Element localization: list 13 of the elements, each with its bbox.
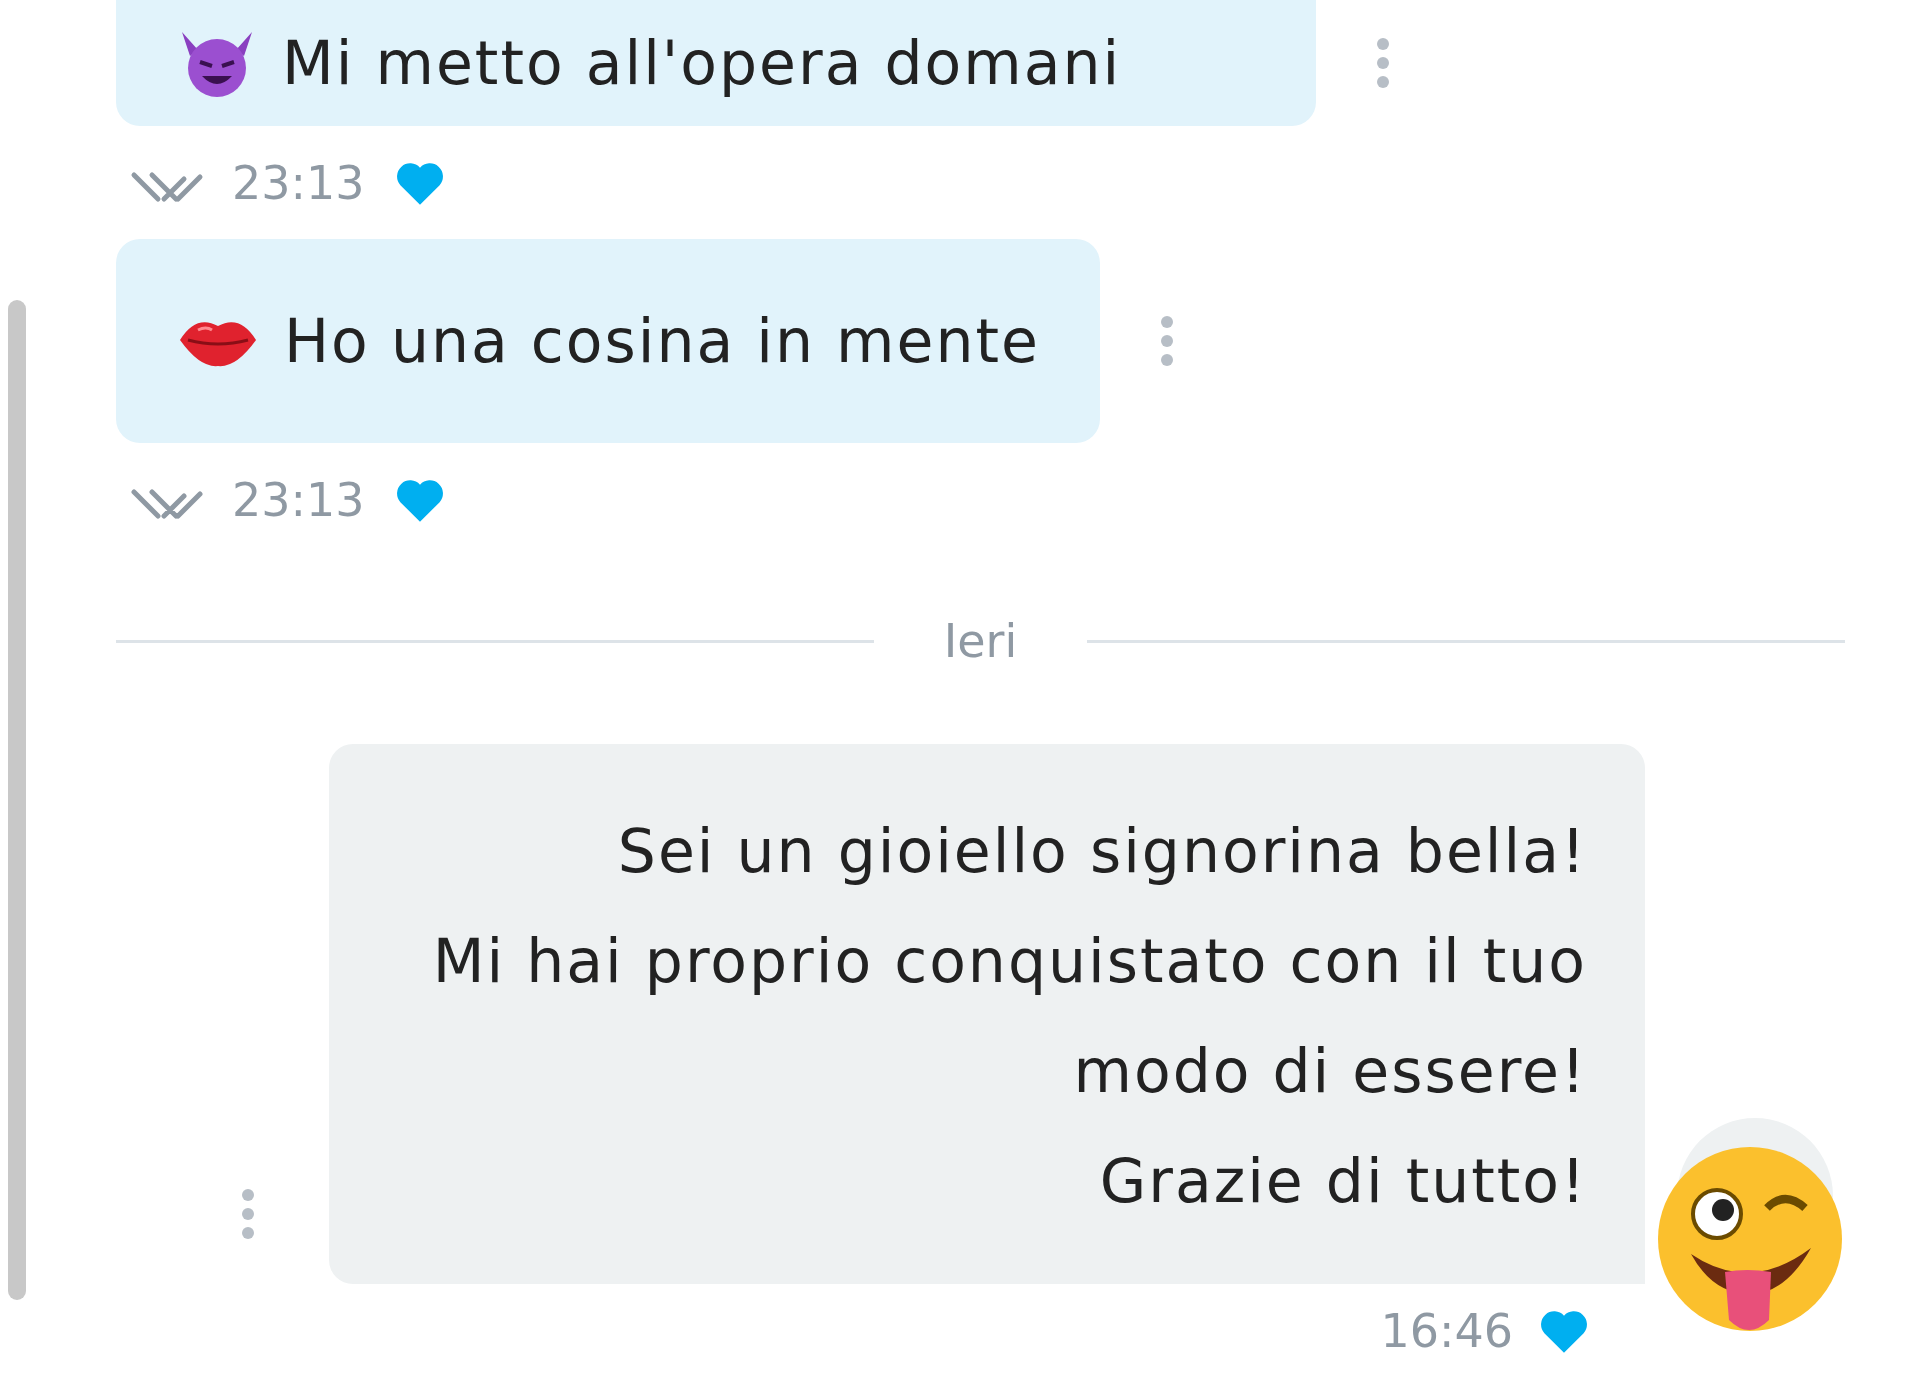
message-text: Ho una cosina in mente [284,306,1040,376]
message-time: 23:13 [232,472,365,527]
message-text: Sei un gioiello signorina bella! [616,815,1587,888]
message-time: 23:13 [232,155,365,210]
message-time: 16:46 [1380,1304,1513,1358]
more-icon[interactable] [1159,315,1174,367]
scrollbar[interactable] [8,300,26,1300]
message-text: Grazie di tutto! [1098,1145,1587,1218]
message-text: Mi metto all'opera domani [282,28,1122,98]
more-icon[interactable] [241,1188,255,1240]
date-divider-label: Ieri [943,614,1018,668]
more-icon[interactable] [1376,37,1390,89]
message-text: Mi hai proprio conquistato con il tuo modo di essere! [431,925,1587,1108]
